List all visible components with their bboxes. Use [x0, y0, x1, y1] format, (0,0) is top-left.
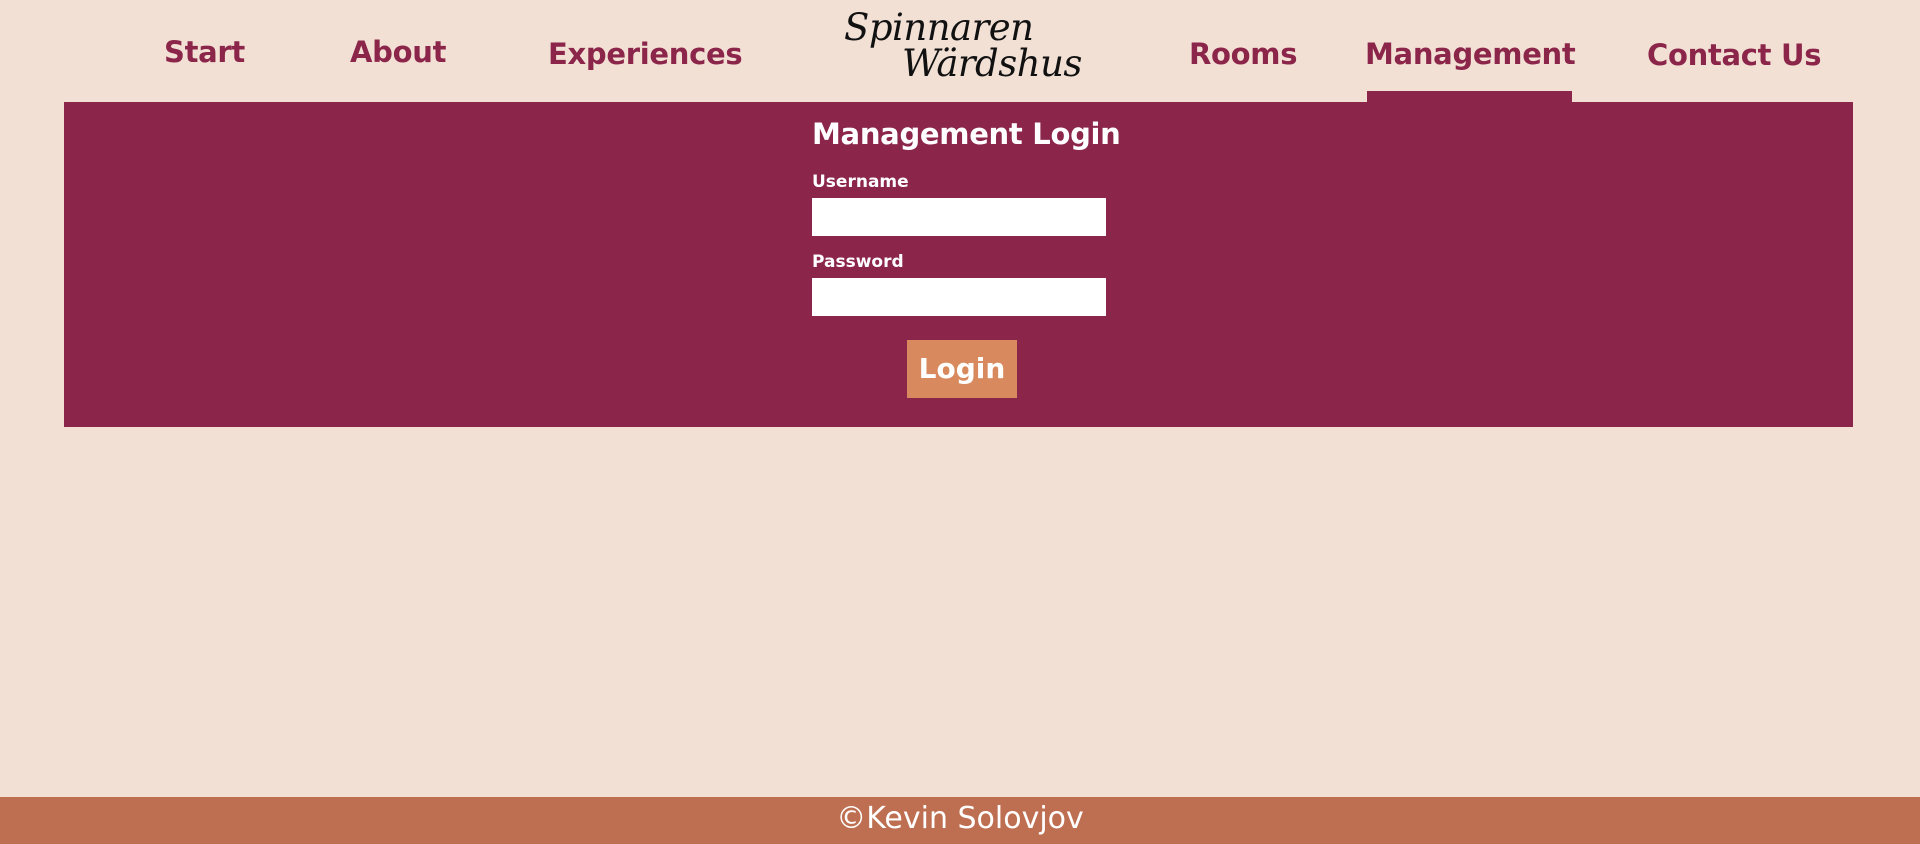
- username-label: Username: [812, 172, 909, 192]
- login-button[interactable]: Login: [907, 340, 1017, 398]
- nav-link-contact-us[interactable]: Contact Us: [1647, 37, 1822, 73]
- nav-link-about[interactable]: About: [350, 34, 446, 70]
- page-title: Management Login: [812, 117, 1121, 151]
- footer: ©Kevin Solovjov: [0, 797, 1920, 844]
- username-input[interactable]: [812, 198, 1106, 236]
- site-logo[interactable]: Spinnaren Wärdshus: [842, 6, 1082, 90]
- password-input[interactable]: [812, 278, 1106, 316]
- nav-link-start[interactable]: Start: [164, 34, 245, 70]
- password-label: Password: [812, 252, 904, 272]
- logo-line-2: Wärdshus: [902, 42, 1082, 85]
- nav-link-experiences[interactable]: Experiences: [548, 36, 743, 72]
- footer-copyright: ©Kevin Solovjov: [836, 801, 1084, 836]
- nav-link-rooms[interactable]: Rooms: [1189, 36, 1297, 72]
- nav-link-management[interactable]: Management: [1365, 36, 1576, 72]
